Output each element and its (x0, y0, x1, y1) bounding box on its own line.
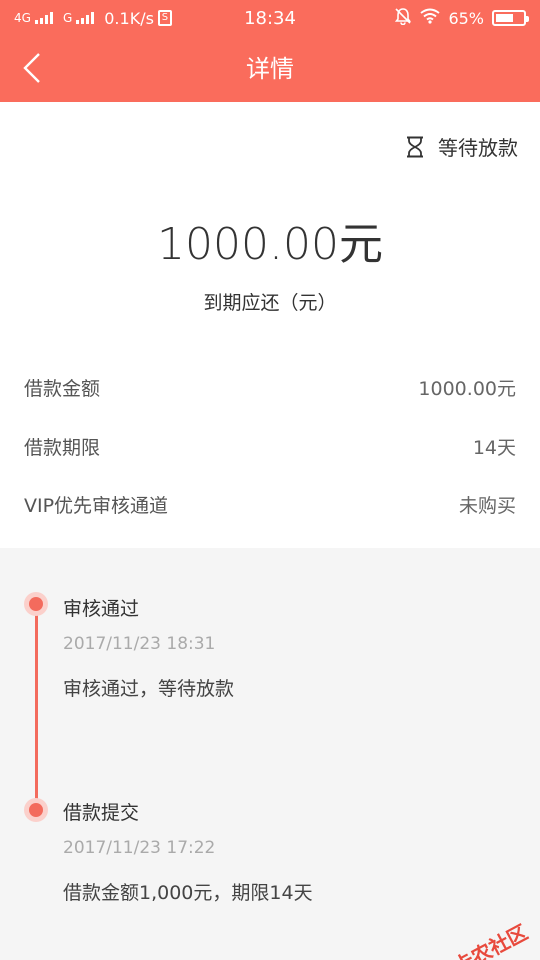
timeline-time: 2017/11/23 17:22 (63, 838, 216, 858)
battery-percent: 65% (448, 8, 484, 28)
app-header: 详情 (0, 36, 540, 102)
status-bar: 4G G 0.1K/s S 18:34 65% (0, 0, 540, 36)
sim-icon: S (157, 10, 172, 26)
timeline-desc: 审核通过，等待放款 (63, 678, 235, 700)
network-speed: 0.1K/s (104, 8, 154, 28)
network-g-label: G (62, 11, 73, 25)
info-label: VIP优先审核通道 (24, 495, 169, 517)
loan-status: 等待放款 (406, 132, 518, 161)
info-value: 未购买 (458, 495, 516, 517)
timeline-title: 审核通过 (63, 598, 140, 620)
info-row-loan-term: 借款期限 14天 (24, 433, 516, 460)
timeline-title: 借款提交 (63, 802, 140, 824)
repay-amount-label: 到期应还（元） (203, 292, 337, 314)
repay-amount: 1000.00元 (157, 219, 383, 270)
status-left: 4G G 0.1K/s S (14, 9, 394, 28)
timeline-line (35, 604, 38, 810)
battery-icon (492, 10, 529, 26)
progress-timeline: 审核通过 2017/11/23 18:31 审核通过，等待放款 借款提交 201… (0, 548, 540, 960)
loan-status-text: 等待放款 (438, 136, 518, 160)
chevron-left-icon (23, 53, 40, 83)
info-row-loan-amount: 借款金额 1000.00元 (24, 374, 516, 401)
info-label: 借款金额 (24, 378, 101, 400)
loan-summary-card: 等待放款 1000.00元 到期应还（元） 借款金额 1000.00元 借款期限… (0, 102, 540, 548)
signal-icon-2 (76, 12, 95, 24)
battery-fill (496, 14, 513, 22)
alarm-off-icon (394, 7, 412, 29)
wifi-icon (420, 8, 441, 28)
info-value: 14天 (472, 437, 516, 459)
timeline-desc: 借款金额1,000元，期限14天 (63, 882, 313, 904)
network-4g-label: 4G (14, 11, 31, 25)
info-value: 1000.00元 (418, 378, 516, 400)
info-label: 借款期限 (24, 437, 101, 459)
page-title: 详情 (246, 55, 294, 83)
timeline-dot (24, 798, 48, 822)
timeline-dot (24, 592, 48, 616)
hourglass-icon (407, 136, 423, 157)
status-right: 65% (394, 7, 529, 29)
timeline-time: 2017/11/23 18:31 (63, 634, 216, 654)
info-row-vip-channel[interactable]: VIP优先审核通道 未购买 (24, 491, 516, 518)
signal-icon (34, 12, 53, 24)
back-button[interactable] (14, 50, 50, 86)
